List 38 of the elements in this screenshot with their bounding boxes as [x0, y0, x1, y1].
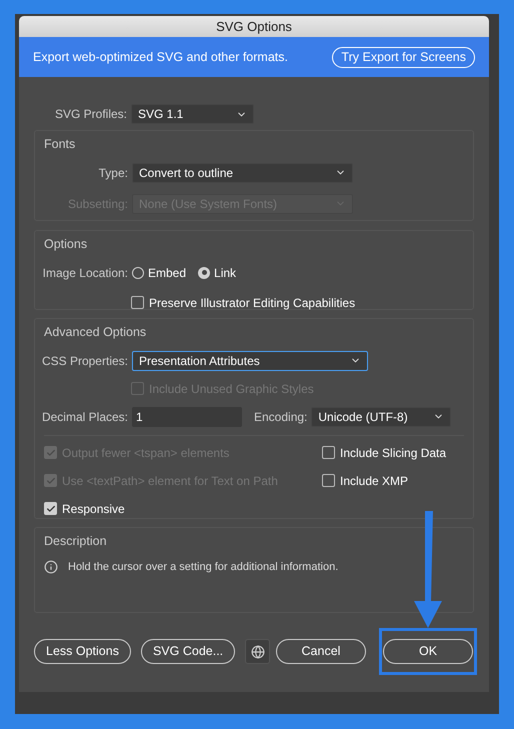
field-label: Type:: [98, 164, 129, 182]
field-label: CSS Properties:: [40, 352, 129, 370]
checkbox-label: Include XMP: [340, 472, 408, 490]
checkbox-label: Responsive: [62, 500, 125, 518]
dropdown[interactable]: Unicode (UTF-8): [311, 406, 452, 427]
dropdown[interactable]: Convert to outline: [132, 162, 353, 183]
group-title: Description: [44, 533, 108, 550]
dialog-button[interactable]: SVG Code...: [140, 639, 236, 664]
dialog-button[interactable]: Cancel: [276, 639, 366, 664]
globe-icon: [250, 644, 265, 658]
group-title: Advanced Options: [44, 324, 148, 341]
dialog-button[interactable]: OK: [383, 639, 473, 664]
export-screens-button[interactable]: Try Export for Screens: [332, 46, 475, 68]
checkbox[interactable]: [44, 502, 57, 516]
checkbox[interactable]: [322, 446, 335, 460]
banner-text: Export web-optimized SVG and other formats.: [33, 48, 288, 66]
dialog-button[interactable]: Less Options: [34, 639, 131, 664]
description-text: Hold the cursor over a setting for additional information.: [68, 560, 338, 575]
window-title: SVG Options: [216, 18, 292, 36]
dropdown[interactable]: Presentation Attributes: [132, 350, 368, 371]
globe-button[interactable]: [245, 639, 270, 664]
field-label: Decimal Places:: [40, 408, 129, 426]
group-title: Fonts: [44, 136, 76, 153]
checkbox[interactable]: [131, 296, 144, 310]
radio-label: Link: [214, 264, 236, 282]
decimal-places-field[interactable]: 1: [132, 406, 242, 427]
field-label: SVG Profiles:: [54, 106, 128, 123]
checkbox-label: Include Slicing Data: [340, 444, 446, 462]
checkbox-label: Preserve Illustrator Editing Capabilities: [149, 294, 356, 312]
radio-button[interactable]: [132, 266, 144, 279]
field-label: Encoding:: [254, 408, 308, 426]
checkbox[interactable]: [322, 474, 335, 488]
info-icon: [44, 560, 58, 574]
dropdown[interactable]: SVG 1.1: [131, 104, 254, 124]
group-title: Options: [44, 236, 88, 253]
radio-label: Embed: [148, 264, 186, 282]
field-label: Image Location:: [42, 264, 129, 282]
radio-button[interactable]: [198, 266, 210, 279]
